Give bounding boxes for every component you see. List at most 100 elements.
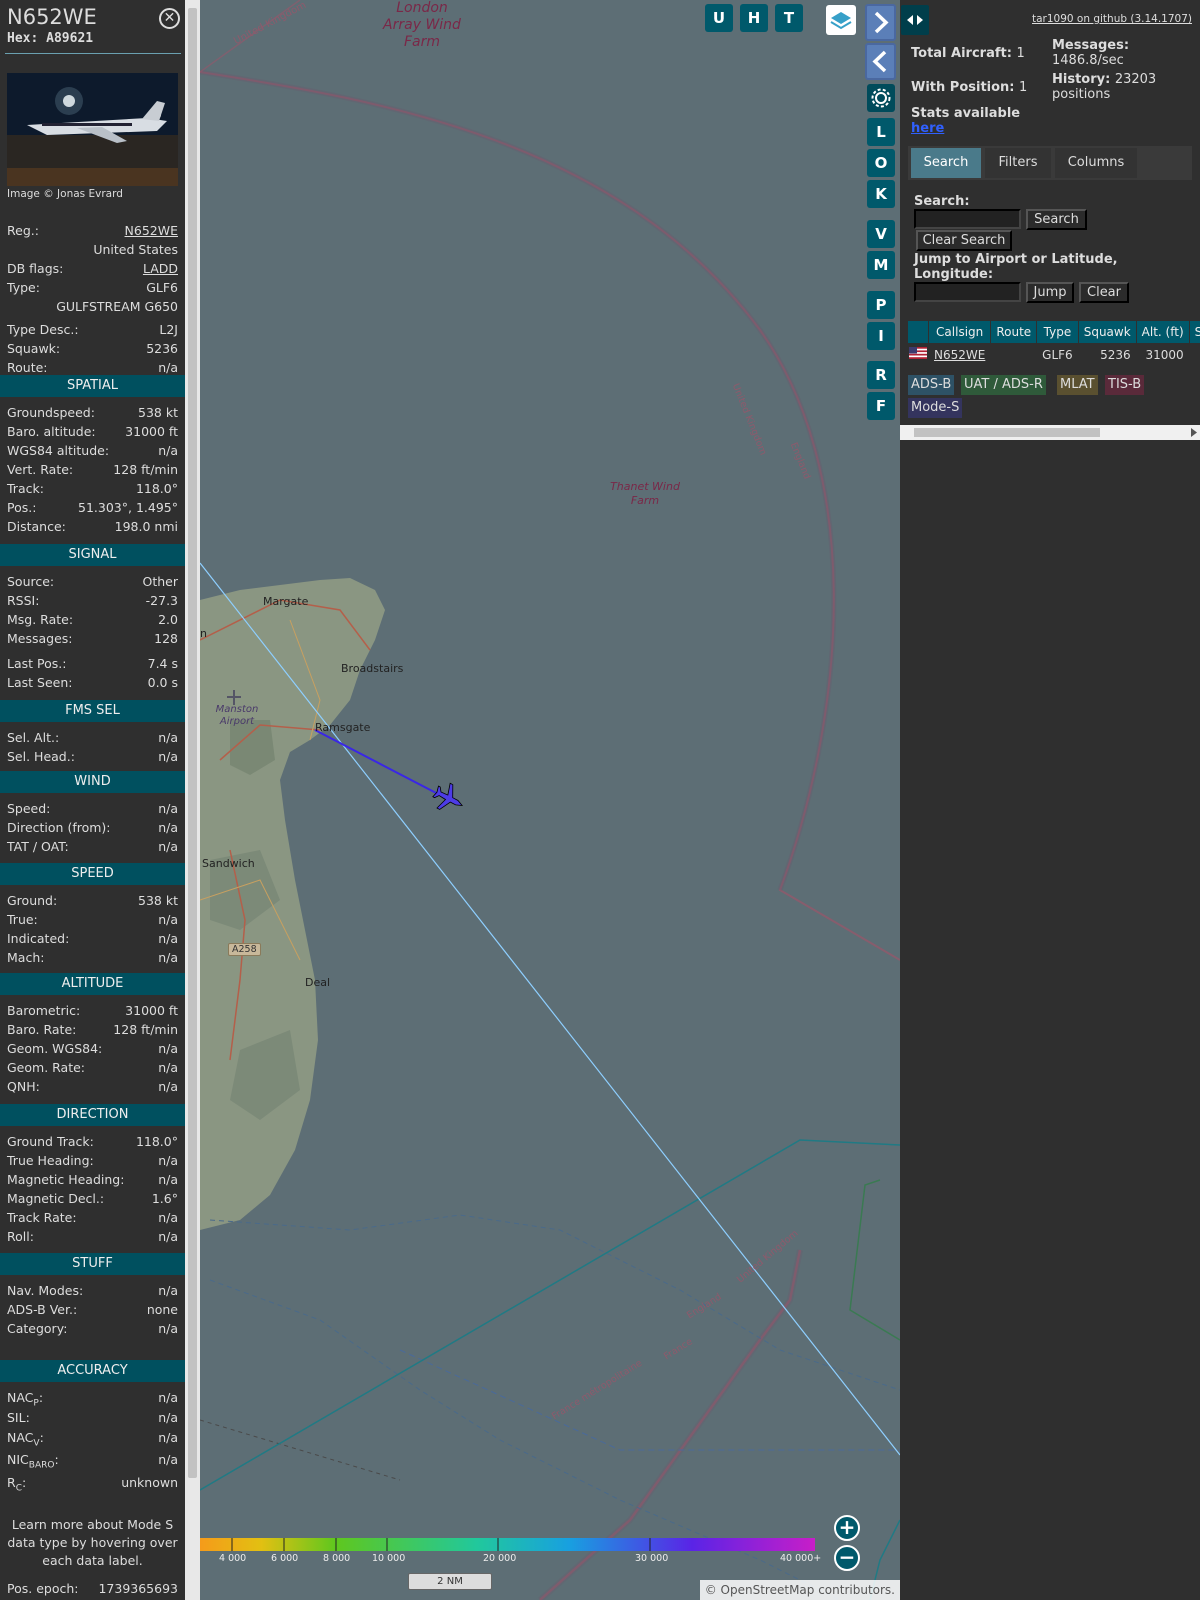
scroll-right-arrow-icon[interactable] xyxy=(1190,428,1198,437)
aircraft-marker xyxy=(432,782,464,810)
close-icon[interactable]: ✕ xyxy=(159,8,180,29)
pos-epoch-label: Pos. epoch: xyxy=(7,1581,79,1596)
detail-row: Mach: n/a xyxy=(7,949,178,967)
zoom-in-button[interactable]: + xyxy=(834,1515,860,1541)
label-colon: : xyxy=(38,1390,44,1405)
map-button-i[interactable]: I xyxy=(867,322,895,350)
map-button-r[interactable]: R xyxy=(867,361,895,389)
layers-icon[interactable] xyxy=(826,5,856,35)
detail-row: NICBARO: n/a xyxy=(7,1451,178,1471)
detail-row: RSSI: -27.3 xyxy=(7,592,178,610)
detail-row: Sel. Alt.: n/a xyxy=(7,729,178,747)
detail-row: RC: unknown xyxy=(7,1474,178,1494)
aircraft-table: Callsign Route Type Squawk Alt. (ft) Spd… xyxy=(907,320,1200,366)
detail-row-value[interactable]: N652WE xyxy=(125,222,178,240)
tab-columns[interactable]: Columns xyxy=(1055,148,1137,178)
map-button-f[interactable]: F xyxy=(867,392,895,420)
map-button-k[interactable]: K xyxy=(867,180,895,208)
map-button-p[interactable]: P xyxy=(867,291,895,319)
detail-row-value: 31000 ft xyxy=(125,424,178,439)
detail-row-value: n/a xyxy=(158,1430,178,1445)
tab-filters[interactable]: Filters xyxy=(985,148,1051,178)
map-button-l[interactable]: L xyxy=(867,118,895,146)
detail-row-value: n/a xyxy=(158,1210,178,1225)
detail-row-label: Speed: xyxy=(7,801,51,816)
detail-row: Track: 118.0° xyxy=(7,480,178,498)
col-type[interactable]: Type xyxy=(1037,321,1078,343)
table-row[interactable]: N652WE GLF6 5236 31000 xyxy=(908,344,1200,365)
detail-row-value: n/a xyxy=(158,443,178,458)
stats-here-link[interactable]: here xyxy=(911,121,1020,136)
detail-row-value: none xyxy=(146,1302,178,1317)
section-header-stuff: STUFF xyxy=(0,1253,185,1275)
detail-scrollbar-thumb[interactable] xyxy=(188,8,197,1478)
detail-row-value: United States xyxy=(93,242,178,257)
detail-row: Distance: 198.0 nmi xyxy=(7,518,178,536)
expand-right-chevron-icon[interactable] xyxy=(865,4,896,41)
detail-row: True Heading: n/a xyxy=(7,1152,178,1170)
label-colon: : xyxy=(39,1430,44,1445)
col-flag[interactable] xyxy=(908,321,928,343)
jump-button[interactable]: Jump xyxy=(1026,282,1074,303)
detail-row-value: 128 ft/min xyxy=(113,462,178,477)
detail-row: Speed: n/a xyxy=(7,800,178,818)
detail-row-value: 7.4 s xyxy=(147,656,178,671)
col-altitude[interactable]: Alt. (ft) xyxy=(1136,321,1189,343)
col-squawk[interactable]: Squawk xyxy=(1078,321,1136,343)
label-colon: : xyxy=(21,1475,27,1490)
stat-total-value: 1 xyxy=(1016,46,1025,61)
col-callsign[interactable]: Callsign xyxy=(929,321,991,343)
detail-row-label: Baro. Rate: xyxy=(7,1022,77,1037)
detail-row: Roll: n/a xyxy=(7,1228,178,1246)
settings-gear-icon[interactable] xyxy=(867,84,895,112)
detail-row-label: Vert. Rate: xyxy=(7,462,74,477)
aircraft-photo[interactable] xyxy=(7,73,178,186)
col-speed[interactable]: Spd xyxy=(1189,321,1200,343)
label-manston-airport: Manston Airport xyxy=(215,704,259,727)
detail-row-value: 51.303°, 1.495° xyxy=(78,500,178,515)
detail-row-label: Nav. Modes: xyxy=(7,1283,84,1298)
detail-row-value: n/a xyxy=(158,950,178,965)
clear-search-button[interactable]: Clear Search xyxy=(916,230,1012,251)
osm-attribution[interactable]: © OpenStreetMap contributors. xyxy=(699,1580,900,1600)
detail-scrollbar[interactable] xyxy=(185,0,200,1600)
detail-row-label: NICBARO: xyxy=(7,1451,59,1475)
zoom-out-button[interactable]: − xyxy=(834,1545,860,1571)
map-button-v[interactable]: V xyxy=(867,220,895,248)
detail-row: ADS-B Ver.: none xyxy=(7,1301,178,1319)
detail-row-value: n/a xyxy=(158,1452,178,1467)
search-button[interactable]: Search xyxy=(1026,209,1087,230)
altitude-tick-20000: 20 000 xyxy=(483,1553,517,1564)
detail-row-label: Groundspeed: xyxy=(7,405,95,420)
search-input[interactable] xyxy=(914,209,1021,229)
label-main: NAC xyxy=(7,1430,34,1445)
detail-row-value: n/a xyxy=(158,1079,178,1094)
tab-search[interactable]: Search xyxy=(911,148,981,178)
toggle-sidebar-icon[interactable] xyxy=(901,5,929,35)
detail-row-label: WGS84 altitude: xyxy=(7,443,110,458)
detail-row-value: -27.3 xyxy=(145,593,178,608)
detail-row: Geom. Rate: n/a xyxy=(7,1059,178,1077)
detail-row-value[interactable]: LADD xyxy=(143,260,178,278)
detail-row-value: 118.0° xyxy=(135,1134,178,1149)
github-link[interactable]: tar1090 on github (3.14.1707) xyxy=(1032,13,1192,25)
clear-button[interactable]: Clear xyxy=(1079,282,1129,303)
table-horizontal-scrollbar[interactable] xyxy=(900,425,1200,440)
table-scrollbar-thumb[interactable] xyxy=(914,428,1100,437)
map-canvas[interactable] xyxy=(200,0,900,1600)
map-button-u[interactable]: U xyxy=(705,4,733,32)
map-button-o[interactable]: O xyxy=(867,149,895,177)
col-route[interactable]: Route xyxy=(991,321,1037,343)
map-button-m[interactable]: M xyxy=(867,251,895,279)
aircraft-hex-code: Hex: A89621 xyxy=(7,31,94,46)
collapse-left-chevron-icon[interactable] xyxy=(865,43,896,80)
cell-callsign[interactable]: N652WE xyxy=(929,344,990,365)
map-button-t[interactable]: T xyxy=(775,4,803,32)
map-button-h[interactable]: H xyxy=(740,4,768,32)
altitude-tick-6000: 6 000 xyxy=(271,1553,299,1564)
map-view[interactable]: London Array Wind Farm United Kingdom Th… xyxy=(200,0,900,1600)
label-ramsgate: Ramsgate xyxy=(315,721,371,734)
detail-row-label: DB flags: xyxy=(7,261,64,276)
search-label: Search: xyxy=(914,194,970,209)
jump-input[interactable] xyxy=(914,282,1021,302)
